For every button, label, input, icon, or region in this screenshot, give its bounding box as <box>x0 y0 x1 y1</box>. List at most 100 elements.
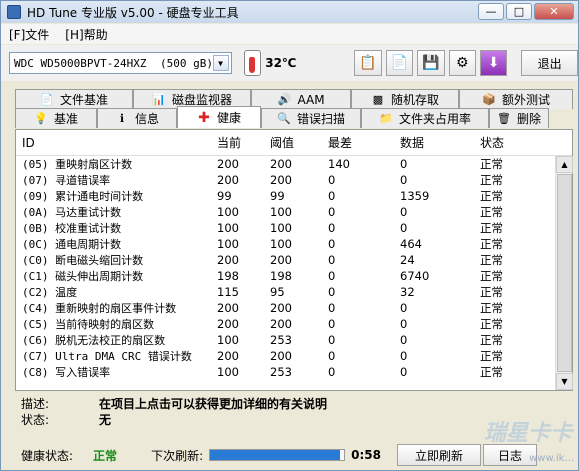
tab-aam[interactable]: 🔊 AAM <box>251 89 351 109</box>
col-threshold[interactable]: 阈值 <box>270 134 328 151</box>
table-row[interactable]: (07) 寻道错误率 200 200 0 0 正常 <box>16 172 572 188</box>
cell-threshold: 100 <box>270 237 292 251</box>
description-label: 描述: <box>21 396 50 411</box>
cell-threshold: 100 <box>270 221 292 235</box>
save-button[interactable]: 💾 <box>417 50 445 76</box>
cell-current: 200 <box>217 301 239 315</box>
tab-label: 基准 <box>53 112 78 126</box>
col-worst[interactable]: 最差 <box>328 134 400 151</box>
copy-all-button[interactable]: 📄 <box>385 50 414 76</box>
cell-threshold: 200 <box>270 157 292 171</box>
cell-current: 100 <box>217 333 239 347</box>
scroll-down-icon[interactable]: ▼ <box>556 373 573 390</box>
table-row[interactable]: (C0) 断电磁头缩回计数 200 200 0 24 正常 <box>16 252 572 268</box>
cell-current: 100 <box>217 237 239 251</box>
cell-id: (C6) 脱机无法校正的扇区数 <box>22 334 166 347</box>
drive-name: WDC WD5000BPVT-24HXZ <box>14 56 147 70</box>
health-status-label: 健康状态: <box>21 448 74 463</box>
table-row[interactable]: (C7) Ultra DMA CRC 错误计数 200 200 0 0 正常 <box>16 348 572 364</box>
table-row[interactable]: (05) 重映射扇区计数 200 200 140 0 正常 <box>16 156 572 172</box>
cell-threshold: 253 <box>270 333 292 347</box>
table-row[interactable]: (0B) 校准重试计数 100 100 0 0 正常 <box>16 220 572 236</box>
disk-monitor-icon: 📊 <box>152 93 166 106</box>
tab-erase[interactable]: 🗑 删除 <box>489 108 549 128</box>
benchmark-icon: 💡 <box>34 112 48 125</box>
tab-random-access[interactable]: ▩ 随机存取 <box>351 89 459 109</box>
tab-error-scan[interactable]: 🔍 错误扫描 <box>261 108 361 128</box>
cell-data: 0 <box>400 333 408 347</box>
copy-icon: 📋 <box>359 55 377 71</box>
cell-status: 正常 <box>480 349 503 363</box>
cell-data: 0 <box>400 221 408 235</box>
cell-id: (05) 重映射扇区计数 <box>22 158 133 171</box>
drive-select[interactable]: WDC WD5000BPVT-24HXZ (500 gB) ▼ <box>9 52 232 74</box>
maximize-button[interactable]: □ <box>506 3 532 20</box>
table-row[interactable]: (C4) 重新映射的扇区事件计数 200 200 0 0 正常 <box>16 300 572 316</box>
tab-label: 文件基准 <box>59 93 108 107</box>
col-data[interactable]: 数据 <box>400 134 480 151</box>
table-row[interactable]: (C2) 温度 115 95 0 32 正常 <box>16 284 572 300</box>
thermometer-icon <box>243 50 262 76</box>
random-access-icon: ▩ <box>372 93 384 106</box>
temperature-readout: 32℃ <box>265 56 297 70</box>
cell-id: (0A) 马达重试计数 <box>22 206 122 219</box>
table-row[interactable]: (C8) 写入错误率 100 253 0 0 正常 <box>16 364 572 380</box>
cell-id: (09) 累计通电时间计数 <box>22 190 144 203</box>
cell-worst: 0 <box>328 349 336 363</box>
exit-button[interactable]: 退出 <box>521 50 578 76</box>
cell-worst: 0 <box>328 333 336 347</box>
extra-tests-icon: 📦 <box>482 93 496 106</box>
tab-benchmark[interactable]: 💡 基准 <box>15 108 97 128</box>
scroll-thumb[interactable] <box>557 174 572 372</box>
table-row[interactable]: (C1) 磁头伸出周期计数 198 198 0 6740 正常 <box>16 268 572 284</box>
tab-file-benchmark[interactable]: 📄 文件基准 <box>15 89 133 109</box>
cell-status: 正常 <box>480 205 503 219</box>
cell-data: 1359 <box>400 189 430 203</box>
progress-fill <box>210 450 341 460</box>
cell-data: 0 <box>400 157 408 171</box>
col-id[interactable]: ID <box>22 136 217 150</box>
chevron-down-icon[interactable]: ▼ <box>212 55 229 71</box>
cell-worst: 0 <box>328 205 336 219</box>
table-row[interactable]: (C5) 当前待映射的扇区数 200 200 0 0 正常 <box>16 316 572 332</box>
cell-threshold: 198 <box>270 269 292 283</box>
menu-file[interactable]: [F]文件 <box>1 26 57 43</box>
tab-folder-usage[interactable]: 📁 文件夹占用率 <box>361 108 489 128</box>
tab-extra-tests[interactable]: 📦 额外测试 <box>459 89 573 109</box>
vertical-scrollbar[interactable]: ▲ ▼ <box>555 156 573 390</box>
state-value: 无 <box>99 412 112 427</box>
table-row[interactable]: (09) 累计通电时间计数 99 99 0 1359 正常 <box>16 188 572 204</box>
cell-current: 200 <box>217 157 239 171</box>
tab-label: 额外测试 <box>501 93 550 107</box>
cell-data: 32 <box>400 285 415 299</box>
tab-health[interactable]: ✚ 健康 <box>177 106 261 128</box>
menu-bar: [F]文件 [H]帮助 <box>1 24 578 44</box>
table-row[interactable]: (0A) 马达重试计数 100 100 0 0 正常 <box>16 204 572 220</box>
cell-status: 正常 <box>480 157 503 171</box>
table-header: ID 当前 阈值 最差 数据 状态 <box>16 130 572 156</box>
close-button[interactable]: ✕ <box>534 3 574 20</box>
col-status[interactable]: 状态 <box>480 134 552 151</box>
tab-info[interactable]: ℹ 信息 <box>97 108 177 128</box>
status-area: 描述: 在项目上点击可以获得更加详细的有关说明 状态: 无 <box>21 395 561 427</box>
trash-icon: 🗑 <box>497 112 511 125</box>
tabs-row-top: 📄 文件基准 📊 磁盘监视器 🔊 AAM ▩ 随机存取 📦 额外测试 <box>15 89 573 109</box>
cell-data: 0 <box>400 365 408 379</box>
table-row[interactable]: (0C) 通电周期计数 100 100 0 464 正常 <box>16 236 572 252</box>
menu-help[interactable]: [H]帮助 <box>57 26 115 43</box>
cell-threshold: 200 <box>270 349 292 363</box>
table-row[interactable]: (C6) 脱机无法校正的扇区数 100 253 0 0 正常 <box>16 332 572 348</box>
copy-info-button[interactable]: 📋 <box>354 50 382 76</box>
tabs-row-bottom: 💡 基准 ℹ 信息 ✚ 健康 🔍 错误扫描 📁 文件夹占用率 🗑 删除 <box>15 106 549 128</box>
scroll-up-icon[interactable]: ▲ <box>556 156 573 173</box>
options-button[interactable]: ⚙ <box>448 50 476 76</box>
refresh-now-button[interactable]: 立即刷新 <box>396 444 481 466</box>
tab-label: 文件夹占用率 <box>398 112 471 126</box>
cell-worst: 0 <box>328 269 336 283</box>
cell-worst: 0 <box>328 317 336 331</box>
state-line: 状态: 无 <box>21 411 561 427</box>
col-current[interactable]: 当前 <box>217 134 270 151</box>
download-button[interactable]: ⬇ <box>479 50 508 76</box>
minimize-button[interactable]: — <box>478 3 504 20</box>
cell-data: 6740 <box>400 269 430 283</box>
